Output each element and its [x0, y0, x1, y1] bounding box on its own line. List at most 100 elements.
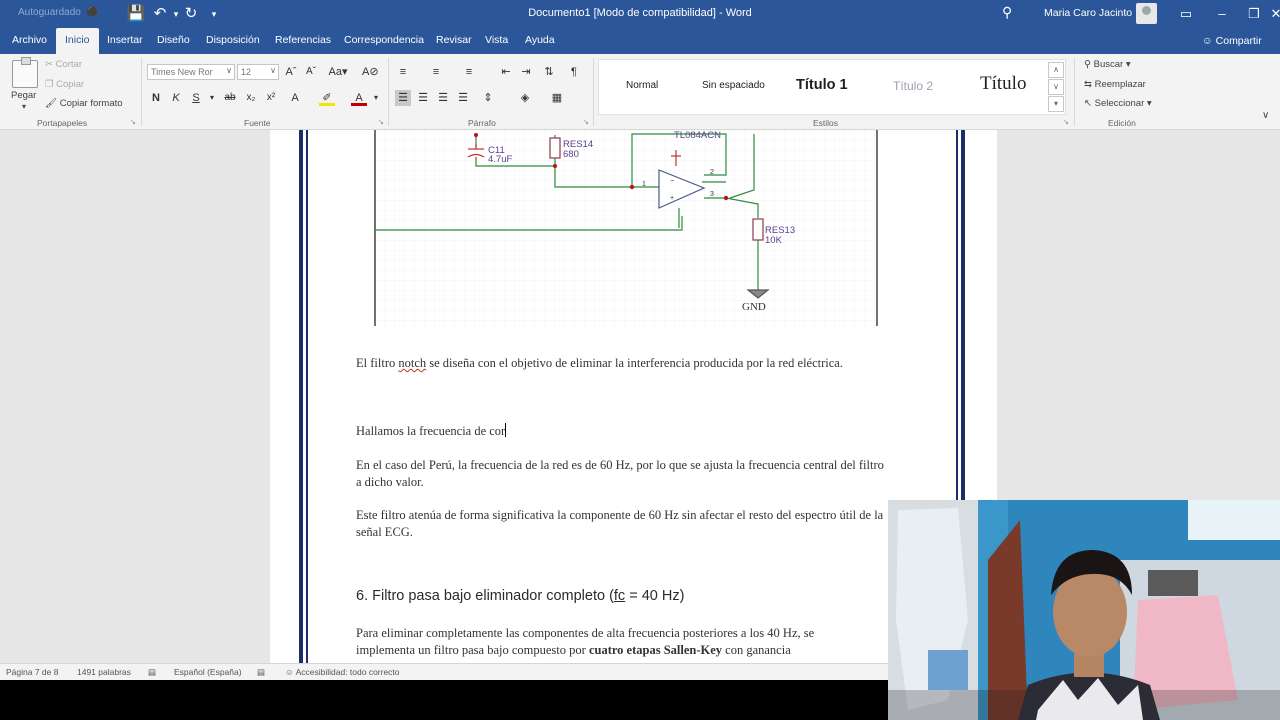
borders-icon[interactable]: ▦ — [549, 90, 565, 106]
align-left-icon[interactable]: ☰ — [395, 90, 411, 106]
font-name-select[interactable]: Times New Ror ∨ — [147, 64, 235, 80]
chevron-down-icon[interactable]: ∨ — [1048, 79, 1064, 95]
cut-button[interactable]: ✂ Cortar — [45, 59, 82, 70]
pin-2-label: 2 — [710, 169, 714, 176]
chevron-down-icon: ∨ — [270, 66, 276, 75]
tab-diseno[interactable]: Diseño — [155, 34, 192, 46]
section-heading[interactable]: 6. Filtro pasa bajo eliminador completo … — [356, 588, 684, 604]
decrease-indent-icon[interactable]: ⇤ — [498, 64, 514, 80]
user-name[interactable]: Maria Caro Jacinto — [1044, 7, 1132, 19]
paste-dropdown-icon[interactable]: ▾ — [22, 102, 26, 111]
italic-icon[interactable]: K — [168, 90, 184, 106]
scissors-icon: ✂ — [45, 59, 56, 70]
share-button[interactable]: ☺ Compartir — [1202, 35, 1262, 47]
paste-icon[interactable] — [12, 57, 38, 88]
numbering-icon[interactable]: ≡ — [428, 64, 444, 80]
tab-insertar[interactable]: Insertar — [105, 34, 145, 46]
underline-icon[interactable]: S — [188, 90, 204, 106]
find-button[interactable]: ⚲ Buscar ▾ — [1084, 59, 1131, 70]
subscript-icon[interactable]: x₂ — [243, 90, 259, 106]
multilevel-list-icon[interactable]: ≡ — [461, 64, 477, 80]
shading-icon[interactable]: ◈ — [517, 90, 533, 106]
select-button[interactable]: ↖ Seleccionar ▾ — [1084, 98, 1152, 109]
underline-dropdown-icon[interactable]: ▾ — [204, 90, 220, 106]
maximize-icon[interactable]: ❐ — [1244, 4, 1264, 24]
font-color-dropdown-icon[interactable]: ▾ — [368, 90, 384, 106]
paragraph-peru[interactable]: En el caso del Perú, la frecuencia de la… — [356, 457, 886, 491]
separator — [1074, 58, 1075, 126]
clipboard-launcher-icon[interactable]: ↘ — [130, 118, 136, 126]
justify-icon[interactable]: ☰ — [455, 90, 471, 106]
accessibility-label: Accesibilidad: todo correcto — [295, 667, 400, 677]
superscript-icon[interactable]: x² — [263, 90, 279, 106]
change-case-icon[interactable]: Aa▾ — [327, 64, 349, 80]
format-painter-button[interactable]: 🖌 Copiar formato — [45, 98, 123, 109]
tab-vista[interactable]: Vista — [483, 34, 510, 46]
tab-disposicion[interactable]: Disposición — [204, 34, 262, 46]
paragraph-attenuation[interactable]: Este filtro atenúa de forma significativ… — [356, 507, 886, 541]
style-titulo-2[interactable]: Título 2 — [893, 79, 933, 93]
circuit-schematic-image[interactable]: − + C11 4.7uF RES14 680 TL084ACN RES13 1… — [374, 130, 878, 328]
increase-indent-icon[interactable]: ⇥ — [518, 64, 534, 80]
macro-icon[interactable]: ▤ — [257, 667, 265, 678]
paragraph-lowpass[interactable]: Para eliminar completamente las componen… — [356, 625, 896, 659]
style-normal[interactable]: Normal — [626, 80, 658, 91]
paragraph-notch[interactable]: El filtro notch se diseña con el objetiv… — [356, 355, 886, 372]
clear-formatting-icon[interactable]: A⊘ — [362, 64, 379, 80]
share-icon: ☺ — [1202, 35, 1216, 47]
proofing-icon[interactable]: ▤ — [148, 667, 156, 678]
word-count[interactable]: 1491 palabras — [77, 667, 131, 677]
page-count[interactable]: Página 7 de 8 — [6, 667, 58, 677]
replace-button[interactable]: ⇆ Reemplazar — [1084, 79, 1146, 90]
font-color-icon[interactable]: A — [351, 90, 367, 106]
align-center-icon[interactable]: ☰ — [415, 90, 431, 106]
text-run: con ganancia — [722, 643, 791, 657]
close-icon[interactable]: ✕ — [1266, 4, 1280, 24]
tab-ayuda[interactable]: Ayuda — [523, 34, 557, 46]
collapse-ribbon-icon[interactable]: ∨ — [1262, 110, 1269, 121]
tab-archivo[interactable]: Archivo — [10, 34, 49, 46]
pilcrow-icon[interactable]: ¶ — [566, 64, 582, 80]
bullets-icon[interactable]: ≡ — [395, 64, 411, 80]
font-size-value: 12 — [241, 67, 252, 77]
bold-icon[interactable]: N — [148, 90, 164, 106]
paragraph-cursor[interactable]: Hallamos la frecuencia de cor — [356, 423, 886, 440]
strikethrough-icon[interactable]: ab — [222, 90, 238, 106]
more-styles-icon[interactable]: ▾ — [1048, 96, 1064, 112]
paragraph-launcher-icon[interactable]: ↘ — [583, 118, 589, 126]
highlight-icon[interactable]: ✐ — [319, 90, 335, 106]
font-name-value: Times New Ror — [151, 67, 213, 77]
ribbon-display-icon[interactable]: ▭ — [1176, 4, 1196, 24]
find-label: Buscar — [1093, 59, 1124, 70]
shrink-font-icon[interactable]: Aˇ — [303, 64, 319, 80]
style-titulo[interactable]: Título — [980, 73, 1026, 95]
sort-icon[interactable]: ⇅ — [541, 64, 557, 80]
chevron-up-icon[interactable]: ∧ — [1048, 62, 1064, 78]
paste-button[interactable]: Pegar — [11, 90, 36, 101]
font-size-select[interactable]: 12 ∨ — [237, 64, 279, 80]
copy-button[interactable]: ❐ Copiar — [45, 79, 84, 90]
chevron-down-icon: ∨ — [226, 66, 232, 75]
tab-correspondencia[interactable]: Correspondencia — [342, 34, 426, 46]
line-spacing-icon[interactable]: ⇕ — [480, 90, 496, 106]
language[interactable]: Español (España) — [174, 667, 242, 677]
grow-font-icon[interactable]: Aˆ — [283, 64, 299, 80]
misspelled-word[interactable]: notch — [398, 356, 426, 370]
minimize-icon[interactable]: – — [1212, 4, 1232, 24]
tab-inicio[interactable]: Inicio — [56, 28, 99, 54]
avatar[interactable] — [1136, 3, 1157, 24]
search-icon[interactable]: ⚲ — [1002, 4, 1012, 21]
separator — [388, 58, 389, 126]
paragraph-group-label: Párrafo — [468, 118, 496, 128]
accessibility-status[interactable]: ☺ Accesibilidad: todo correcto — [285, 667, 400, 677]
text-effects-icon[interactable]: A — [287, 90, 303, 106]
styles-launcher-icon[interactable]: ↘ — [1063, 118, 1069, 126]
tab-revisar[interactable]: Revisar — [434, 34, 474, 46]
style-titulo-1[interactable]: Título 1 — [796, 77, 848, 93]
align-right-icon[interactable]: ☰ — [435, 90, 451, 106]
tab-referencias[interactable]: Referencias — [273, 34, 333, 46]
clipboard-group-label: Portapapeles — [37, 118, 88, 128]
styles-gallery: Normal Sin espaciado Título 1 Título 2 T… — [598, 59, 1066, 115]
font-launcher-icon[interactable]: ↘ — [378, 118, 384, 126]
style-sin-espaciado[interactable]: Sin espaciado — [702, 80, 765, 91]
